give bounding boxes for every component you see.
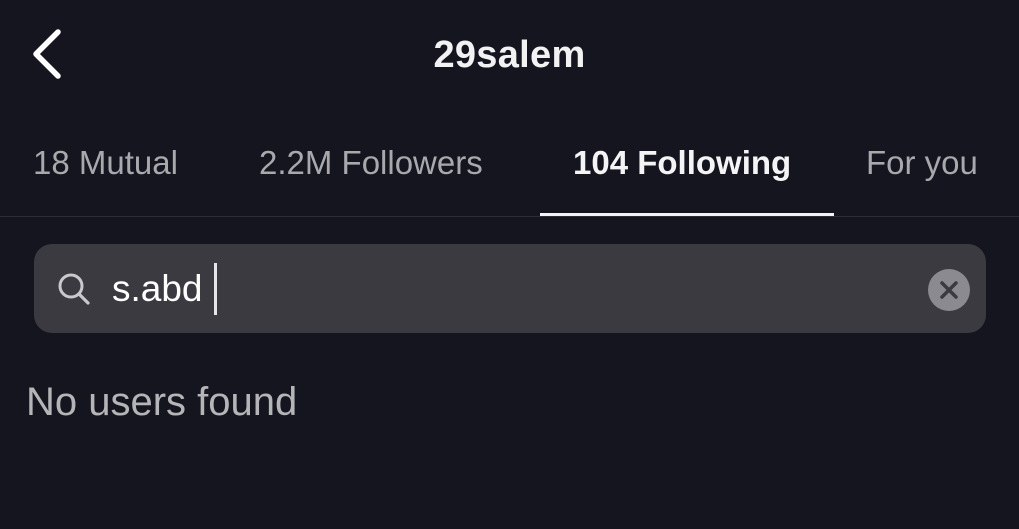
active-tab-indicator (540, 213, 834, 216)
tab-for-you[interactable]: For you (866, 144, 978, 182)
header: 29salem (0, 0, 1019, 112)
tab-bar: 18 Mutual 2.2M Followers 104 Following F… (0, 118, 1019, 217)
tab-followers[interactable]: 2.2M Followers (259, 144, 483, 182)
clear-search-button[interactable] (928, 269, 970, 311)
close-icon (940, 281, 958, 299)
tab-mutual[interactable]: 18 Mutual (33, 144, 178, 182)
empty-results-message: No users found (26, 380, 298, 424)
following-screen: 29salem 18 Mutual 2.2M Followers 104 Fol… (0, 0, 1019, 529)
text-cursor (214, 263, 217, 315)
search-bar[interactable] (34, 244, 986, 333)
tab-following[interactable]: 104 Following (573, 144, 791, 182)
page-title: 29salem (433, 34, 586, 76)
search-input[interactable] (112, 262, 912, 316)
search-icon (58, 273, 90, 305)
